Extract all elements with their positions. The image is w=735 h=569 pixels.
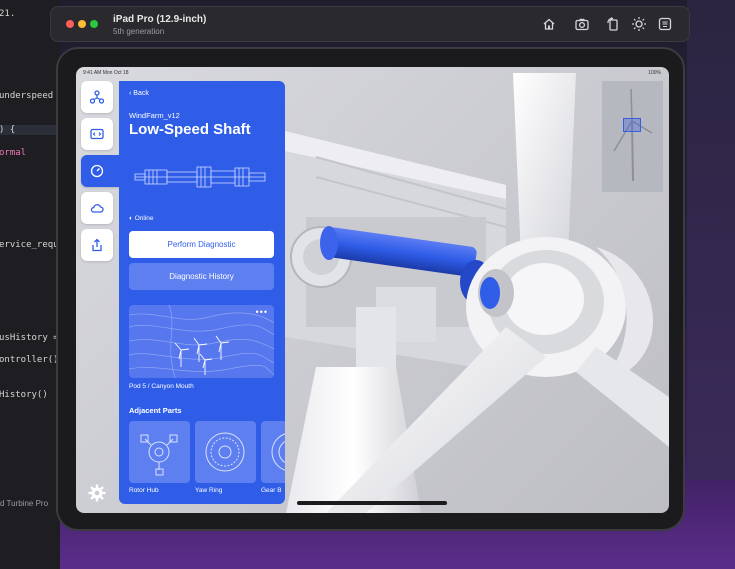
cloud-button[interactable] <box>81 192 113 224</box>
editor-footer-label: d Turbine Pro <box>0 499 49 508</box>
back-label: Back <box>133 90 149 97</box>
diagnostic-history-button[interactable]: Diagnostic History <box>129 263 274 290</box>
adjacent-part-card[interactable] <box>195 421 256 483</box>
code-editor-background: 21. underspeed ) { ormal ervice_requi us… <box>0 0 60 569</box>
location-map[interactable]: ••• <box>129 305 274 378</box>
simulator-device-name: iPad Pro (12.9-inch) <box>113 14 207 25</box>
minimize-window-button[interactable] <box>78 20 86 28</box>
cloud-icon <box>90 204 104 213</box>
network-button[interactable] <box>81 81 113 113</box>
code-line: ontroller() <box>0 355 59 365</box>
adjacent-part-label: Rotor Hub <box>129 487 159 494</box>
part-title: Low-Speed Shaft <box>129 121 251 138</box>
online-status-label: Online <box>134 215 154 222</box>
share-button[interactable] <box>81 229 113 261</box>
yaw-ring-icon <box>205 432 245 472</box>
code-button[interactable] <box>81 118 113 150</box>
code-line: ormal <box>0 148 27 158</box>
gauge-button[interactable] <box>81 155 119 187</box>
ipad-status-bar: 9:41 AM Mon Oct 18 100% <box>76 67 669 79</box>
gear-icon[interactable] <box>88 484 106 502</box>
part-detail-panel: ‹ Back WindFarm_v12 Low-Speed Shaft ◐ On… <box>119 81 285 504</box>
terrain-map-illustration <box>129 305 274 378</box>
code-line: ) { <box>0 125 59 135</box>
back-button[interactable]: ‹ Back <box>129 90 149 97</box>
code-line: History() <box>0 390 48 400</box>
status-battery: 100% <box>648 70 661 76</box>
code-line: ervice_requi <box>0 240 60 250</box>
location-label: Pod 5 / Canyon Mouth <box>129 383 194 390</box>
code-line: underspeed <box>0 91 54 101</box>
simulator-title-bar: iPad Pro (12.9-inch) 5th generation <box>50 6 690 42</box>
project-name: WindFarm_v12 <box>129 111 180 120</box>
more-options-icon[interactable]: ••• <box>256 307 268 317</box>
turbine-minimap[interactable] <box>602 81 663 192</box>
zoom-window-button[interactable] <box>90 20 98 28</box>
online-status: ◐ Online <box>129 215 154 222</box>
rotate-icon[interactable] <box>605 16 621 32</box>
ipad-screen: 9:41 AM Mon Oct 18 100% ‹ Back WindFarm_… <box>76 67 669 513</box>
adjacent-part-card[interactable] <box>129 421 190 483</box>
close-window-button[interactable] <box>66 20 74 28</box>
adjacent-part-label: Yaw Ring <box>195 487 223 494</box>
code-icon <box>90 128 104 140</box>
screenshot-icon[interactable] <box>574 16 590 32</box>
code-line: usHistory = <box>0 333 59 343</box>
minimap-view-frame[interactable] <box>623 118 641 132</box>
adjacent-parts-heading: Adjacent Parts <box>129 406 182 415</box>
home-indicator[interactable] <box>297 501 447 505</box>
appearance-icon[interactable] <box>631 16 647 32</box>
gauge-icon <box>90 164 104 178</box>
perform-diagnostic-button[interactable]: Perform Diagnostic <box>129 231 274 258</box>
status-time: 9:41 AM Mon Oct 18 <box>83 70 129 76</box>
turbine-silhouette <box>613 88 653 182</box>
rotor-hub-icon <box>140 434 178 476</box>
network-icon <box>90 90 104 104</box>
code-line: 21. <box>0 9 16 19</box>
shaft-blueprint-illustration <box>134 166 266 188</box>
simulator-device-generation: 5th generation <box>113 27 165 36</box>
keyboard-icon[interactable] <box>657 16 673 32</box>
home-icon[interactable] <box>541 16 557 32</box>
adjacent-part-label: Gear B <box>261 487 282 494</box>
ipad-device-frame: 9:41 AM Mon Oct 18 100% ‹ Back WindFarm_… <box>56 47 685 531</box>
share-icon <box>92 238 102 252</box>
adjacent-part-card[interactable] <box>261 421 285 483</box>
gear-box-icon <box>271 433 285 471</box>
desktop-edge <box>687 0 735 480</box>
